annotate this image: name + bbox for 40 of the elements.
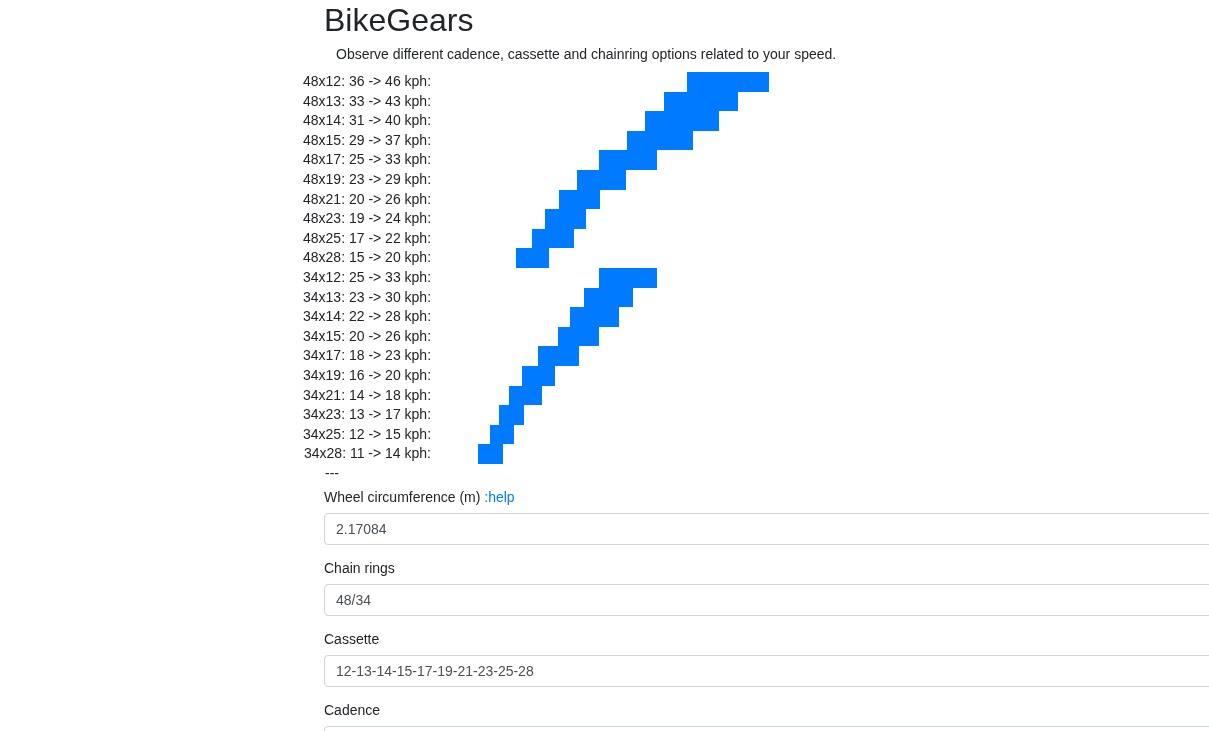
gear-label: 48x21: 20 -> 26 kph: <box>303 189 431 209</box>
speed-range-bar <box>509 385 542 406</box>
gear-label: 34x15: 20 -> 26 kph: <box>303 326 431 346</box>
speed-range-bar <box>577 169 626 190</box>
speed-range-bar <box>599 267 657 288</box>
gear-label: 34x23: 13 -> 17 kph: <box>303 405 431 425</box>
help-link[interactable]: :help <box>484 488 515 505</box>
gear-label: 48x28: 15 -> 20 kph: <box>303 248 431 268</box>
gear-label: 48x25: 17 -> 22 kph: <box>303 228 431 248</box>
gear-label: 48x23: 19 -> 24 kph: <box>303 209 431 229</box>
gear-label: 34x17: 18 -> 23 kph: <box>303 346 431 366</box>
field-label: Cassette <box>324 630 380 647</box>
gear-label: 48x12: 36 -> 46 kph: <box>303 72 431 91</box>
page-description: Observe different cadence, cassette and chainring options related to your speed. <box>336 46 837 62</box>
field-label: Cadence <box>324 701 381 718</box>
input-field[interactable]: 48/34 <box>324 583 1209 616</box>
gear-label: 34x14: 22 -> 28 kph: <box>303 307 431 327</box>
page-title: BikeGears <box>324 1 474 39</box>
gear-label: 34x12: 25 -> 33 kph: <box>303 267 431 287</box>
speed-range-bar <box>627 130 693 151</box>
field-label: Wheel circumference (m) :help <box>324 488 515 505</box>
gear-label: 48x14: 31 -> 40 kph: <box>303 111 431 131</box>
input-field[interactable]: 2.17084 <box>324 512 1209 545</box>
speed-range-bar <box>516 248 549 268</box>
speed-range-bar <box>532 228 574 249</box>
gear-label: 48x15: 29 -> 37 kph: <box>303 130 431 150</box>
gear-label: 48x13: 33 -> 43 kph: <box>303 91 431 111</box>
gear-label: 48x17: 25 -> 33 kph: <box>303 150 431 170</box>
speed-range-bar <box>478 444 503 464</box>
gear-label: 48x19: 23 -> 29 kph: <box>303 169 431 189</box>
gear-label: 34x21: 14 -> 18 kph: <box>303 385 431 405</box>
input-field[interactable]: 12-13-14-15-17-19-21-23-25-28 <box>324 654 1209 687</box>
gear-label: 34x19: 16 -> 20 kph: <box>303 365 431 385</box>
field-label: Chain rings <box>324 559 395 576</box>
speed-range-bar <box>538 346 579 366</box>
speed-range-bar <box>599 150 657 170</box>
gear-label: 34x13: 23 -> 30 kph: <box>303 287 431 307</box>
separator-text: --- <box>325 464 339 481</box>
gear-label: 34x28: 11 -> 14 kph: <box>303 444 431 464</box>
gear-label: 34x25: 12 -> 15 kph: <box>303 424 431 444</box>
